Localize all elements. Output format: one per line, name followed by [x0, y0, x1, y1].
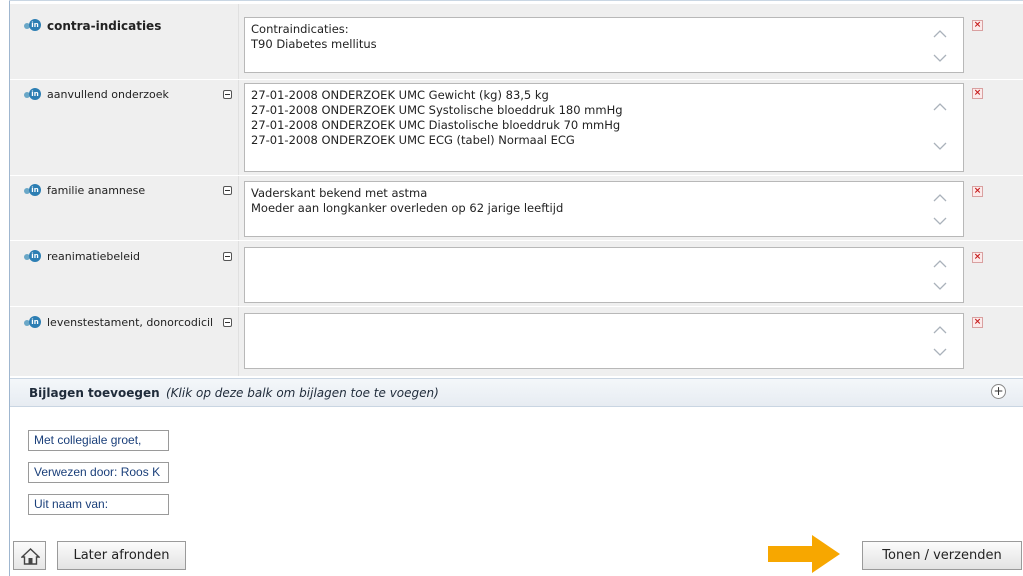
scroll-up-icon[interactable] [932, 28, 948, 38]
scroll-up-icon[interactable] [932, 258, 948, 268]
scroll-up-icon[interactable] [932, 101, 948, 111]
row-contra-indicaties: in contra-indicaties Contraindicaties: T… [10, 4, 1023, 80]
attachments-title: Bijlagen toevoegen [29, 386, 160, 400]
row-label-cell: in reanimatiebeleid [10, 241, 239, 306]
scroll-down-icon[interactable] [932, 141, 948, 151]
later-afronden-button[interactable]: Later afronden [57, 541, 186, 570]
home-icon [21, 548, 40, 565]
delete-icon[interactable]: × [972, 317, 983, 328]
familie-anamnese-textarea[interactable]: Vaderskant bekend met astma Moeder aan l… [244, 181, 964, 237]
patient-info-badge-icon: in [24, 88, 41, 101]
text-line: Vaderskant bekend met astma [251, 186, 428, 200]
greeting-field[interactable]: Met collegiale groet, [28, 430, 169, 451]
patient-info-badge-icon: in [24, 250, 41, 263]
collapse-icon[interactable] [223, 90, 232, 99]
on-behalf-of-field[interactable]: Uit naam van: [28, 494, 169, 515]
row-label-cell: in familie anamnese [10, 176, 239, 240]
row-label-cell: in aanvullend onderzoek [10, 80, 239, 175]
patient-info-badge-icon: in [24, 184, 41, 197]
row-levenstestament: in levenstestament, donorcodicil × [10, 307, 1023, 377]
arrow-right-icon [768, 535, 840, 573]
scroll-down-icon[interactable] [932, 281, 948, 291]
collapse-icon[interactable] [223, 252, 232, 261]
attachments-bar[interactable]: Bijlagen toevoegen (Klik op deze balk om… [10, 378, 1023, 407]
row-label: contra-indicaties [47, 19, 162, 33]
scroll-up-icon[interactable] [932, 324, 948, 334]
plus-icon[interactable]: + [991, 384, 1006, 399]
scroll-up-icon[interactable] [932, 192, 948, 202]
collapse-icon[interactable] [223, 318, 232, 327]
row-label: familie anamnese [47, 184, 146, 197]
row-aanvullend-onderzoek: in aanvullend onderzoek 27-01-2008 ONDER… [10, 80, 1023, 176]
text-line: 27-01-2008 ONDERZOEK UMC Diastolische bl… [251, 118, 621, 132]
scroll-down-icon[interactable] [932, 53, 948, 63]
collapse-icon[interactable] [223, 186, 232, 195]
delete-icon[interactable]: × [972, 186, 983, 197]
row-familie-anamnese: in familie anamnese Vaderskant bekend me… [10, 176, 1023, 241]
row-reanimatiebeleid: in reanimatiebeleid × [10, 241, 1023, 307]
text-line: 27-01-2008 ONDERZOEK UMC Systolische blo… [251, 103, 623, 117]
text-line: 27-01-2008 ONDERZOEK UMC Gewicht (kg) 83… [251, 88, 549, 102]
text-line: T90 Diabetes mellitus [251, 37, 377, 51]
text-line: Contraindicaties: [251, 22, 349, 36]
delete-icon[interactable]: × [972, 88, 983, 99]
patient-info-badge-icon: in [24, 316, 41, 329]
top-border [9, 0, 1023, 1]
patient-info-badge-icon: in [24, 19, 41, 32]
aanvullend-onderzoek-textarea[interactable]: 27-01-2008 ONDERZOEK UMC Gewicht (kg) 83… [244, 83, 964, 172]
home-button[interactable] [13, 541, 46, 570]
referred-by-field[interactable]: Verwezen door: Roos K [28, 462, 169, 483]
tonen-verzenden-button[interactable]: Tonen / verzenden [862, 541, 1022, 570]
contra-indicaties-textarea[interactable]: Contraindicaties: T90 Diabetes mellitus [244, 17, 964, 73]
reanimatiebeleid-textarea[interactable] [244, 247, 964, 303]
text-line: 27-01-2008 ONDERZOEK UMC ECG (tabel) Nor… [251, 133, 575, 147]
row-label: aanvullend onderzoek [47, 88, 169, 101]
attachments-hint: (Klik op deze balk om bijlagen toe te vo… [166, 386, 439, 400]
scroll-down-icon[interactable] [932, 216, 948, 226]
text-line: Moeder aan longkanker overleden op 62 ja… [251, 201, 564, 215]
row-label-cell: in levenstestament, donorcodicil [10, 307, 239, 376]
delete-icon[interactable]: × [972, 252, 983, 263]
levenstestament-textarea[interactable] [244, 313, 964, 369]
scroll-down-icon[interactable] [932, 347, 948, 357]
row-label: reanimatiebeleid [47, 250, 141, 263]
row-label: levenstestament, donorcodicil [47, 316, 214, 329]
row-label-cell: in contra-indicaties [10, 4, 239, 79]
delete-icon[interactable]: × [972, 20, 983, 31]
